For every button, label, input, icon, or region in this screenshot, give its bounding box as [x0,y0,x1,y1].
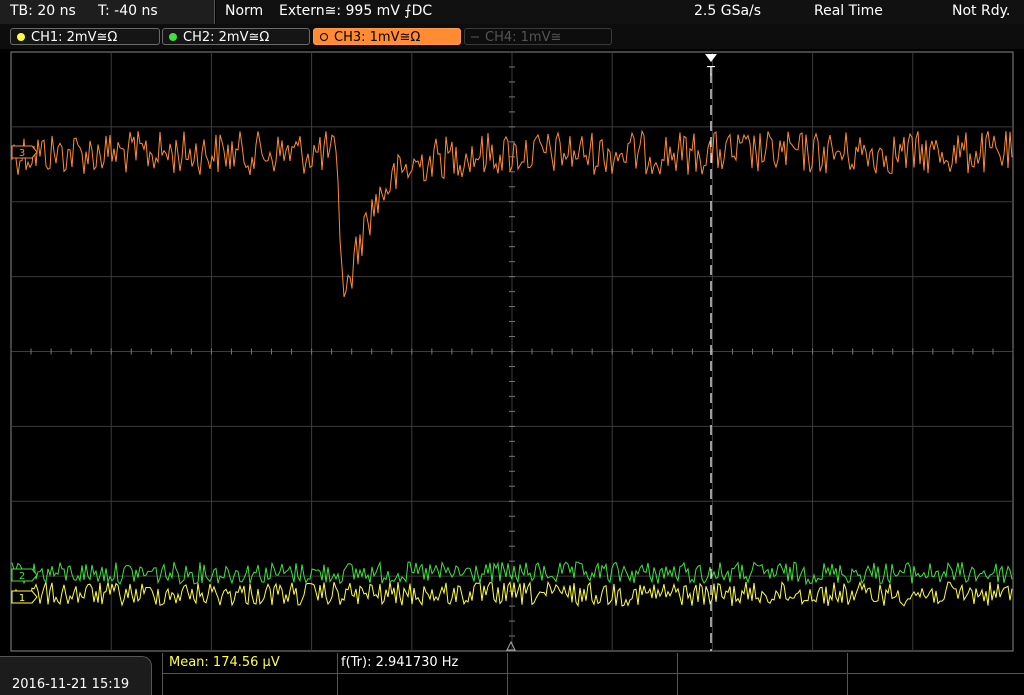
measurement-bar: 2016-11-21 15:19 Mean: 174.56 µV f(Tr): … [0,652,1024,695]
ch1-marker-label: 1 [19,593,25,604]
ch2-label: CH2: 2mV≅Ω [183,30,270,45]
ch4-label: CH4: 1mV≅ [485,30,562,45]
datetime-label: 2016-11-21 15:19 [12,677,130,692]
ch1-dot-icon [17,33,25,41]
waveform-display[interactable]: T 3 2 1 [0,49,1024,652]
trigger-source-label: Extern≅: 995 mV ⨍DC [279,3,433,19]
mean-value: Mean: 174.56 µV [169,655,280,670]
ch1-level-marker[interactable]: 1 [11,590,38,604]
ch3-label: CH3: 1mV≅Ω [334,30,421,45]
measurement-cell-empty-3[interactable] [847,653,1024,695]
ch3-marker-label: 3 [19,148,25,159]
ch3-level-marker[interactable]: 3 [11,145,38,159]
timebase-label: TB: 20 ns [10,3,76,19]
datetime-box: 2016-11-21 15:19 [0,656,152,695]
ch4-off-icon [471,36,479,38]
timebase-panel[interactable]: TB: 20 ns T: -40 ns [0,0,215,24]
sample-rate-label: 2.5 GSa/s [694,3,762,19]
run-state-label: Not Rdy. [952,3,1011,19]
trigger-mode-label: Norm [225,3,264,19]
status-bar: TB: 20 ns T: -40 ns Norm Extern≅: 995 mV… [0,0,1024,25]
ch2-marker-label: 2 [19,571,25,582]
channel-tab-ch1[interactable]: CH1: 2mV≅Ω [10,28,160,45]
ch2-dot-icon [169,33,177,41]
frequency-value: f(Tr): 2.941730 Hz [341,655,459,670]
channel-tab-ch3[interactable]: CH3: 1mV≅Ω [313,28,461,45]
channel-tab-ch4[interactable]: CH4: 1mV≅ [464,28,612,45]
acquisition-mode-label: Real Time [814,3,883,19]
measurement-cell-mean[interactable]: Mean: 174.56 µV [162,653,337,695]
measurement-cell-empty-1[interactable] [507,653,677,695]
waveform-svg: T 3 2 1 [10,51,1014,652]
ch2-level-marker[interactable]: 2 [11,568,38,582]
channel-bar: CH1: 2mV≅Ω CH2: 2mV≅Ω CH3: 1mV≅Ω CH4: 1m… [0,24,1024,49]
trigger-marker-label: T [706,65,715,80]
trigger-panel[interactable]: Norm Extern≅: 995 mV ⨍DC 2.5 GSa/s Real … [216,0,1024,25]
measurement-cell-frequency[interactable]: f(Tr): 2.941730 Hz [337,653,507,695]
measurement-cell-empty-2[interactable] [677,653,847,695]
channel-tab-ch2[interactable]: CH2: 2mV≅Ω [162,28,310,45]
ch1-label: CH1: 2mV≅Ω [31,30,118,45]
trigger-time-label: T: -40 ns [98,3,158,19]
ch3-dot-icon [320,33,328,41]
